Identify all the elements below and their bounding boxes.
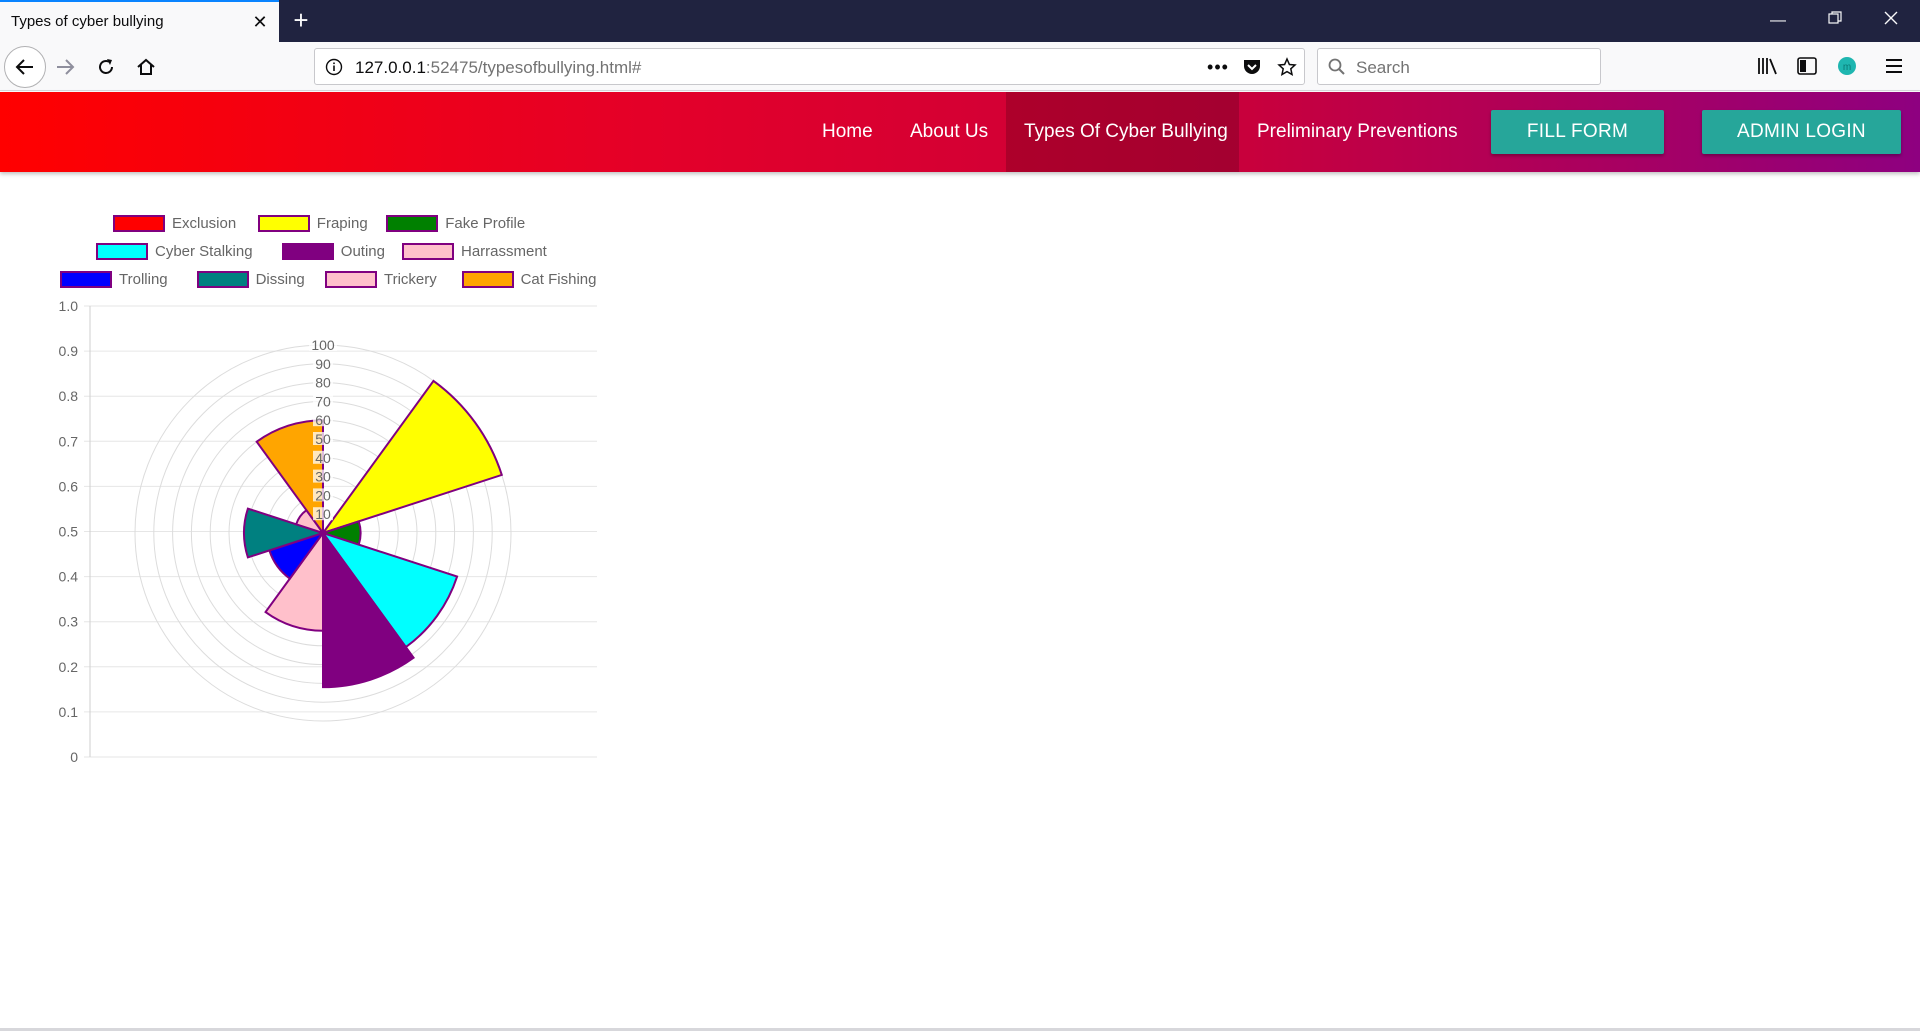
- radial-tick-label: 70: [315, 393, 331, 409]
- url-bar[interactable]: 127.0.0.1:52475/typesofbullying.html# ••…: [314, 48, 1305, 85]
- forward-icon[interactable]: [52, 54, 78, 80]
- home-icon[interactable]: [133, 54, 159, 80]
- radial-tick-label: 40: [315, 450, 331, 466]
- y-tick-label: 0.5: [59, 524, 79, 540]
- y-tick-label: 0: [70, 749, 78, 765]
- y-tick-label: 0.9: [59, 343, 79, 359]
- reload-icon[interactable]: [93, 54, 119, 80]
- search-icon: [1327, 57, 1347, 77]
- nav-home[interactable]: Home: [804, 92, 891, 172]
- tab-close-icon[interactable]: ✕: [249, 11, 271, 33]
- y-tick-label: 0.6: [59, 478, 79, 494]
- nav-preliminary-preventions[interactable]: Preliminary Preventions: [1239, 92, 1476, 172]
- library-icon[interactable]: [1756, 54, 1780, 78]
- sidebar-icon[interactable]: [1795, 54, 1819, 78]
- back-icon[interactable]: [4, 46, 46, 88]
- y-tick-label: 0.4: [59, 569, 79, 585]
- browser-tab[interactable]: Types of cyber bullying ✕: [0, 0, 279, 42]
- extension-icon[interactable]: m: [1836, 55, 1858, 77]
- tab-title: Types of cyber bullying: [11, 13, 164, 30]
- y-tick-label: 1.0: [59, 298, 79, 314]
- admin-login-button[interactable]: ADMIN LOGIN: [1702, 110, 1901, 154]
- menu-icon[interactable]: [1882, 54, 1906, 78]
- radial-tick-label: 30: [315, 469, 331, 485]
- minimize-icon[interactable]: —: [1758, 8, 1798, 34]
- y-tick-label: 0.2: [59, 659, 79, 675]
- new-tab-icon[interactable]: +: [287, 7, 315, 35]
- info-icon[interactable]: [324, 57, 344, 77]
- fill-form-button[interactable]: FILL FORM: [1491, 110, 1664, 154]
- polar-area-chart: Exclusion Fraping Fake Profile Cyber Stalki…: [0, 205, 620, 775]
- site-header: Home About Us Types Of Cyber Bullying Pr…: [0, 92, 1920, 172]
- radial-tick-label: 10: [315, 506, 331, 522]
- browser-tabbar: Types of cyber bullying ✕ + —: [0, 0, 1920, 42]
- nav-types-of-cyber-bullying[interactable]: Types Of Cyber Bullying: [1006, 92, 1239, 172]
- nav-about-us[interactable]: About Us: [892, 92, 1006, 172]
- chart-canvas: 0 0.1 0.2 0.3 0.4 0.5 0.6 0.7 0.8 0.9 1.0 10 20 30 40 5…: [59, 298, 597, 765]
- y-tick-label: 0.1: [59, 704, 79, 720]
- bookmark-star-icon[interactable]: [1276, 56, 1298, 78]
- search-placeholder: Search: [1356, 58, 1410, 77]
- page-actions-icon[interactable]: •••: [1206, 57, 1230, 77]
- radial-tick-label: 60: [315, 412, 331, 428]
- search-bar[interactable]: Search: [1317, 48, 1601, 85]
- radial-tick-label: 100: [311, 337, 335, 353]
- restore-icon[interactable]: [1815, 8, 1855, 34]
- url-text: 127.0.0.1:52475/typesofbullying.html#: [355, 58, 642, 77]
- radial-tick-label: 90: [315, 356, 331, 372]
- y-tick-label: 0.3: [59, 614, 79, 630]
- browser-toolbar: 127.0.0.1:52475/typesofbullying.html# ••…: [0, 42, 1920, 91]
- y-tick-label: 0.8: [59, 388, 79, 404]
- pocket-icon[interactable]: [1241, 56, 1263, 78]
- radial-tick-label: 80: [315, 375, 331, 391]
- radial-tick-label: 50: [315, 431, 331, 447]
- y-tick-label: 0.7: [59, 433, 79, 449]
- svg-text:m: m: [1843, 62, 1851, 73]
- close-window-icon[interactable]: [1871, 8, 1911, 34]
- radial-tick-label: 20: [315, 487, 331, 503]
